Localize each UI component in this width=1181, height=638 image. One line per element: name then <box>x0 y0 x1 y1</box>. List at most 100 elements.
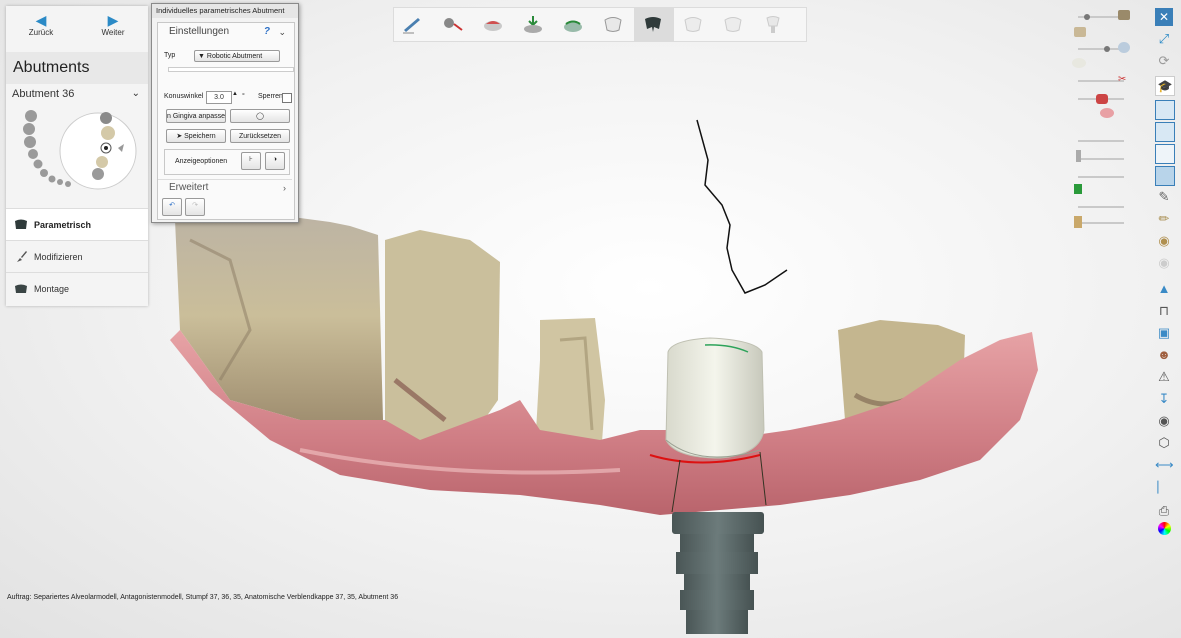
rotate-icon[interactable]: ⟳ <box>1155 52 1173 70</box>
gingiva-button[interactable]: n Gingiva anpassen <box>166 109 226 123</box>
flask-icon[interactable]: ▲ <box>1155 280 1173 298</box>
wax-knife-icon[interactable]: ✏ <box>1155 210 1173 228</box>
mode-modifizieren[interactable]: Modifizieren <box>6 240 148 272</box>
slider-track[interactable] <box>1078 158 1124 160</box>
section-icon[interactable]: ⊓ <box>1155 302 1173 320</box>
ruler-icon[interactable]: ⎸ <box>1155 478 1173 496</box>
stump-thumb-icon <box>1074 27 1086 37</box>
chevron-down-icon: ⌄ <box>278 27 286 37</box>
view-front-icon[interactable] <box>1155 100 1175 120</box>
workflow-steps-bar <box>393 7 807 42</box>
model-thumb-icon <box>1118 10 1130 20</box>
typ-select[interactable]: ▼ Robotic Abutment <box>194 50 280 62</box>
slider-knob[interactable] <box>1084 14 1090 20</box>
step-implant[interactable] <box>754 8 794 41</box>
abutment-icon <box>645 17 661 32</box>
status-bar: Auftrag: Separiertes Alveolarmodell, Ant… <box>7 594 398 601</box>
step-crown[interactable] <box>674 8 714 41</box>
align-button[interactable]: ◯ <box>230 109 290 123</box>
camera-icon[interactable]: ◉ <box>1155 412 1173 430</box>
model-icon <box>484 21 502 31</box>
chevron-down-icon: ⌄ <box>131 88 140 99</box>
dialog-content: Einstellungen ? ⌄ Typ ▼ Robotic Abutment… <box>157 22 295 220</box>
step-bridge[interactable] <box>714 8 754 41</box>
cube-icon[interactable]: ⬡ <box>1155 434 1173 452</box>
insertion-path-line <box>696 119 788 294</box>
tooth-icon <box>604 17 622 32</box>
abutment-panel: ◀ Zurück ▶ Weiter Abutments Abutment 36 … <box>6 6 148 306</box>
konus-unit: ° <box>242 93 245 100</box>
save-icon: ➤ <box>176 133 183 140</box>
slider-knob[interactable] <box>1104 46 1110 52</box>
molar-37 <box>175 212 383 420</box>
measure-icon[interactable]: ⟷ <box>1155 456 1174 474</box>
fullscreen-icon[interactable]: ⤢ <box>1155 30 1173 48</box>
chevron-right-icon: › <box>283 183 286 193</box>
konuswinkel-input[interactable]: 3.0 <box>206 91 232 104</box>
next-button[interactable]: ▶ Weiter <box>78 6 148 50</box>
panel-title: Abutments <box>6 52 148 84</box>
color-wheel-icon[interactable] <box>1155 522 1173 540</box>
slider-track[interactable] <box>1078 176 1124 178</box>
display-options: Anzeigeoptionen ⊦ ◑ <box>164 149 290 175</box>
dialog-title: Individuelles parametrisches Abutment <box>152 4 298 18</box>
download-icon[interactable]: ↧ <box>1155 390 1173 408</box>
section-settings[interactable]: Einstellungen ? ⌄ <box>158 23 292 41</box>
display-ruler-icon[interactable]: ⊦ <box>241 152 261 170</box>
sperren-checkbox[interactable] <box>282 93 292 103</box>
warning-icon[interactable]: ⚠ <box>1155 368 1173 386</box>
help-icon[interactable]: ? <box>264 23 270 41</box>
printer-icon[interactable]: ⎙ <box>1155 502 1173 520</box>
close-icon[interactable]: ✕ <box>1155 8 1173 26</box>
slider-track[interactable] <box>1078 206 1124 208</box>
undo-icon[interactable]: ↶ <box>162 198 182 216</box>
step-abutment-active[interactable] <box>634 8 674 41</box>
abutment-selector[interactable]: Abutment 36 ⌄ <box>6 84 148 104</box>
step-insertion[interactable] <box>514 8 554 41</box>
status-value: Separiertes Alveolarmodell, Antagonisten… <box>33 594 399 601</box>
view-right-icon[interactable] <box>1155 166 1175 186</box>
display-tooth-icon[interactable]: ◑ <box>265 152 285 170</box>
disabled-tool-icon[interactable]: ◉ <box>1155 254 1173 272</box>
brush-icon <box>17 251 27 262</box>
scan-pen-icon <box>403 18 420 34</box>
download-arrow-icon <box>524 16 542 33</box>
implant-icon <box>766 16 780 33</box>
crown-thumb-icon <box>1072 58 1086 68</box>
tooth-selector-map[interactable] <box>16 106 141 206</box>
konus-label: Konuswinkel <box>164 93 204 100</box>
back-button[interactable]: ◀ Zurück <box>6 6 76 50</box>
save-button[interactable]: ➤ Speichern <box>166 129 226 143</box>
redo-icon[interactable]: ↷ <box>185 198 205 216</box>
step-coping[interactable] <box>594 8 634 41</box>
status-label: Auftrag: <box>7 594 32 601</box>
step-model[interactable] <box>474 8 514 41</box>
mode-parametrisch[interactable]: Parametrisch <box>6 208 148 240</box>
view-left-icon[interactable] <box>1155 144 1175 164</box>
step-cut[interactable] <box>434 8 474 41</box>
section-advanced[interactable]: Erweitert › <box>158 179 292 195</box>
crown-outline-icon <box>724 17 742 32</box>
spinner-icon[interactable]: ▲ <box>232 91 238 97</box>
abutment-36 <box>665 337 765 459</box>
slider-track[interactable] <box>1078 222 1124 224</box>
implant-thumb-icon <box>1076 150 1081 162</box>
typ-label: Typ <box>164 52 176 59</box>
pen-tool-icon[interactable]: ✎ <box>1155 188 1173 206</box>
dropdown-arrow-icon: ▼ <box>198 53 205 60</box>
abutment-icon <box>15 219 27 229</box>
box-icon[interactable]: ▣ <box>1155 324 1173 342</box>
mode-montage[interactable]: Montage <box>6 272 148 304</box>
scroll-track[interactable] <box>168 67 294 72</box>
step-scan[interactable] <box>394 8 434 41</box>
step-margin[interactable] <box>554 8 594 41</box>
tooth-tool-icon[interactable]: ◉ <box>1155 232 1173 250</box>
arrow-right-icon: ▶ <box>107 12 119 28</box>
graduation-cap-icon[interactable]: 🎓 <box>1155 76 1175 96</box>
molar-36-anatomic <box>385 230 500 445</box>
view-back-icon[interactable] <box>1155 122 1175 142</box>
scissors-icon[interactable]: ✂ <box>1118 74 1126 85</box>
slider-track[interactable] <box>1078 140 1124 142</box>
face-icon[interactable]: ☻ <box>1155 346 1173 364</box>
reset-button[interactable]: Zurücksetzen <box>230 129 290 143</box>
